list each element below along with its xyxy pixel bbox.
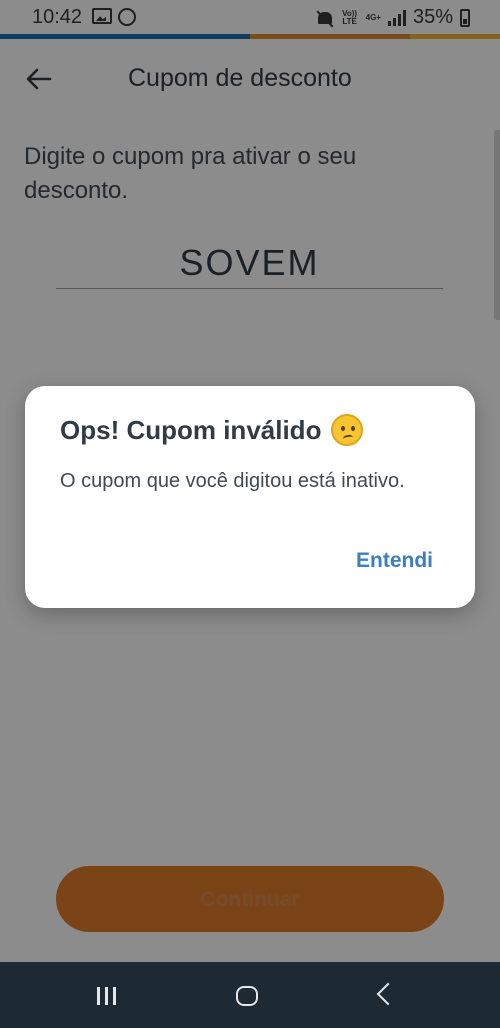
invalid-coupon-dialog: Ops! Cupom inválido O cupom que você dig…	[25, 386, 475, 608]
dialog-title-row: Ops! Cupom inválido	[60, 414, 364, 446]
navigation-bar	[0, 962, 500, 1028]
confused-face-icon	[331, 414, 364, 446]
entendi-button[interactable]: Entendi	[356, 549, 433, 573]
screen: 10:42 Vo)) LTE 4G+ 35% Cupom de desconto…	[0, 0, 500, 1028]
recents-icon[interactable]	[97, 987, 116, 1005]
dialog-title: Ops! Cupom inválido	[60, 414, 322, 445]
back-icon[interactable]	[376, 982, 400, 1006]
dialog-message: O cupom que você digitou está inativo.	[60, 470, 405, 492]
home-icon[interactable]	[236, 986, 258, 1006]
